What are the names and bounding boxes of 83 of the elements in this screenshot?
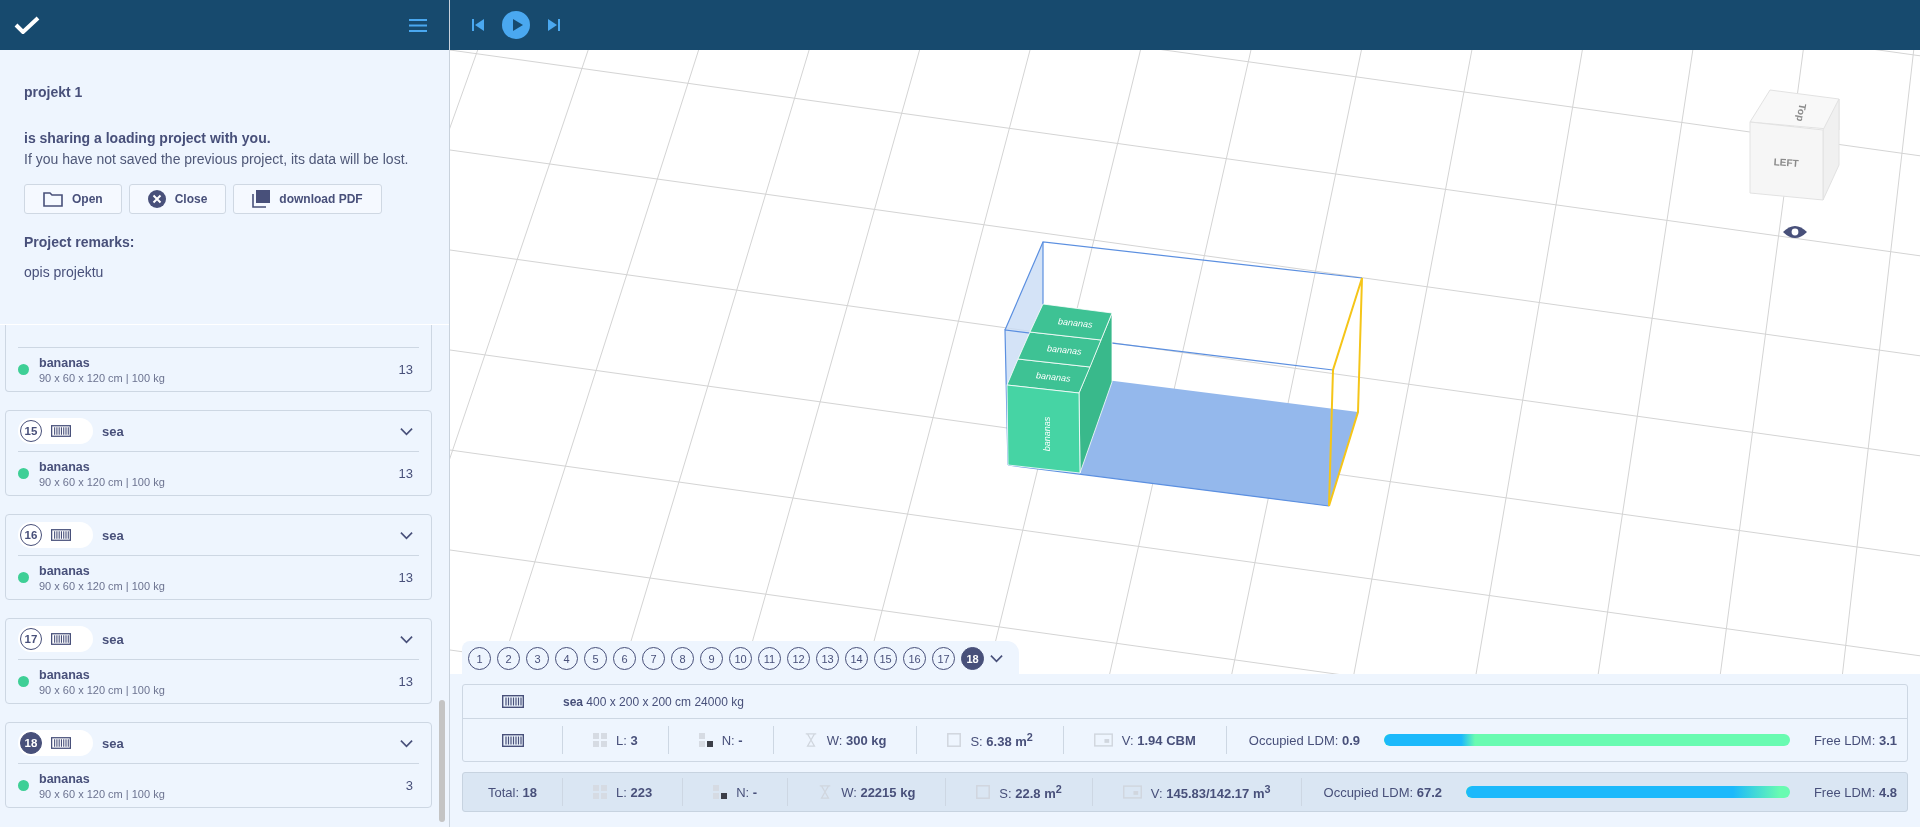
cargo-name: bananas xyxy=(39,355,91,370)
play-button[interactable] xyxy=(502,11,530,39)
box-label: bananas xyxy=(1057,316,1093,330)
open-button[interactable]: Open xyxy=(24,184,122,214)
chevron-down-icon[interactable] xyxy=(400,634,413,644)
occupied-ldm-text: Occupied LDM: 0.9 xyxy=(1248,732,1361,748)
total-count: Total: 18 xyxy=(487,784,538,800)
cargo-dimensions: 90 x 60 x 120 cm | 100 kg xyxy=(39,683,166,696)
container-icon xyxy=(51,425,71,437)
box-label: bananas xyxy=(1042,416,1052,452)
container-card[interactable]: bananas 90 x 60 x 120 cm | 100 kg 13 xyxy=(5,325,432,392)
stat-value: V: 1.94 CBM xyxy=(1121,732,1196,748)
volume-icon xyxy=(1093,733,1113,747)
occupied-ldm-text: Occupied LDM: 67.2 xyxy=(1323,784,1443,800)
view-cube-top-label: Top xyxy=(1794,103,1809,123)
chevron-down-icon[interactable] xyxy=(990,654,1003,663)
weight-icon xyxy=(803,733,818,747)
box-label: bananas xyxy=(1046,343,1082,357)
stat-value: N: - xyxy=(736,784,758,800)
eye-icon[interactable] xyxy=(1783,226,1807,238)
container-card[interactable]: 15 sea bananas 90 x 60 x 120 cm | 100 kg 13 xyxy=(5,410,432,496)
skip-forward-icon xyxy=(548,19,560,31)
download-pdf-button[interactable]: download PDF xyxy=(233,184,382,214)
container-icon xyxy=(51,633,71,645)
view-cube-left-label: LEFT xyxy=(1773,156,1800,169)
cargo-name: bananas xyxy=(39,459,91,474)
square-icon xyxy=(947,733,962,747)
container-icon xyxy=(51,737,71,749)
scrollbar[interactable] xyxy=(439,700,445,822)
free-ldm-text: Free LDM: 3.1 xyxy=(1813,732,1897,748)
folder-icon xyxy=(43,191,63,207)
stat-value: S: 22.8 m$^{2}$ xyxy=(999,782,1062,802)
cargo-count: 3 xyxy=(405,778,413,793)
share-message: is sharing a loading project with you. xyxy=(24,130,272,146)
cargo-name: bananas xyxy=(39,667,91,682)
container-card[interactable]: 18 sea bananas 90 x 60 x 120 cm | 100 kg 3 xyxy=(5,722,432,808)
stack-icon xyxy=(698,733,713,747)
cargo-count: 13 xyxy=(398,466,413,481)
cargo-dimensions: 90 x 60 x 120 cm | 100 kg xyxy=(39,579,166,592)
warning-text: If you have not saved the previous project, its data will be lost. xyxy=(24,150,410,169)
container-name: sea xyxy=(102,735,125,751)
stat-value: V: 145.83/142.17 m$^{3}$ xyxy=(1150,782,1271,802)
container-name: sea xyxy=(102,527,125,543)
stat-value: L: 3 xyxy=(616,732,638,748)
cargo-count: 13 xyxy=(398,362,413,377)
container-name: sea xyxy=(102,631,125,647)
cargo-dimensions: 90 x 60 x 120 cm | 100 kg xyxy=(39,787,166,800)
free-ldm-text: Free LDM: 4.8 xyxy=(1813,784,1897,800)
grid-icon xyxy=(593,733,607,747)
container-spec: sea 400 x 200 x 200 cm 24000 kg xyxy=(563,694,744,709)
stat-value: W: 22215 kg xyxy=(841,784,916,800)
cargo-name: bananas xyxy=(39,771,91,786)
project-name: projekt 1 xyxy=(24,84,84,100)
play-icon xyxy=(512,19,523,31)
cargo-dimensions: 90 x 60 x 120 cm | 100 kg xyxy=(39,475,166,488)
skip-back-icon xyxy=(472,19,484,31)
container-tab[interactable]: 18 xyxy=(961,647,984,670)
checkmark-logo-icon[interactable] xyxy=(14,16,40,34)
stat-value: W: 300 kg xyxy=(826,732,887,748)
container-card[interactable]: 17 sea bananas 90 x 60 x 120 cm | 100 kg 13 xyxy=(5,618,432,704)
close-button[interactable]: Close xyxy=(128,184,227,214)
container-icon xyxy=(501,695,525,708)
chevron-down-icon[interactable] xyxy=(400,530,413,540)
chevron-down-icon[interactable] xyxy=(400,738,413,748)
container-icon xyxy=(51,529,71,541)
container-icon xyxy=(500,733,525,747)
box-label: bananas xyxy=(1035,370,1071,384)
menu-icon xyxy=(409,18,427,32)
remarks-text: opis projektu xyxy=(24,264,105,280)
stat-value: S: 6.38 m$^{2}$ xyxy=(970,730,1033,750)
cargo-count: 13 xyxy=(398,674,413,689)
container-number: 18 xyxy=(20,732,42,754)
cargo-count: 13 xyxy=(398,570,413,585)
container-card[interactable]: 16 sea bananas 90 x 60 x 120 cm | 100 kg 13 xyxy=(5,514,432,600)
remarks-label: Project remarks: xyxy=(24,234,136,250)
cargo-name: bananas xyxy=(39,563,91,578)
close-icon xyxy=(147,190,166,208)
stack-icon xyxy=(713,785,728,799)
stat-value: L: 223 xyxy=(616,784,653,800)
cargo-dimensions: 90 x 60 x 120 cm | 100 kg xyxy=(39,371,166,384)
stat-value: N: - xyxy=(721,732,743,748)
container-name: sea xyxy=(102,423,125,439)
chevron-down-icon[interactable] xyxy=(400,426,413,436)
